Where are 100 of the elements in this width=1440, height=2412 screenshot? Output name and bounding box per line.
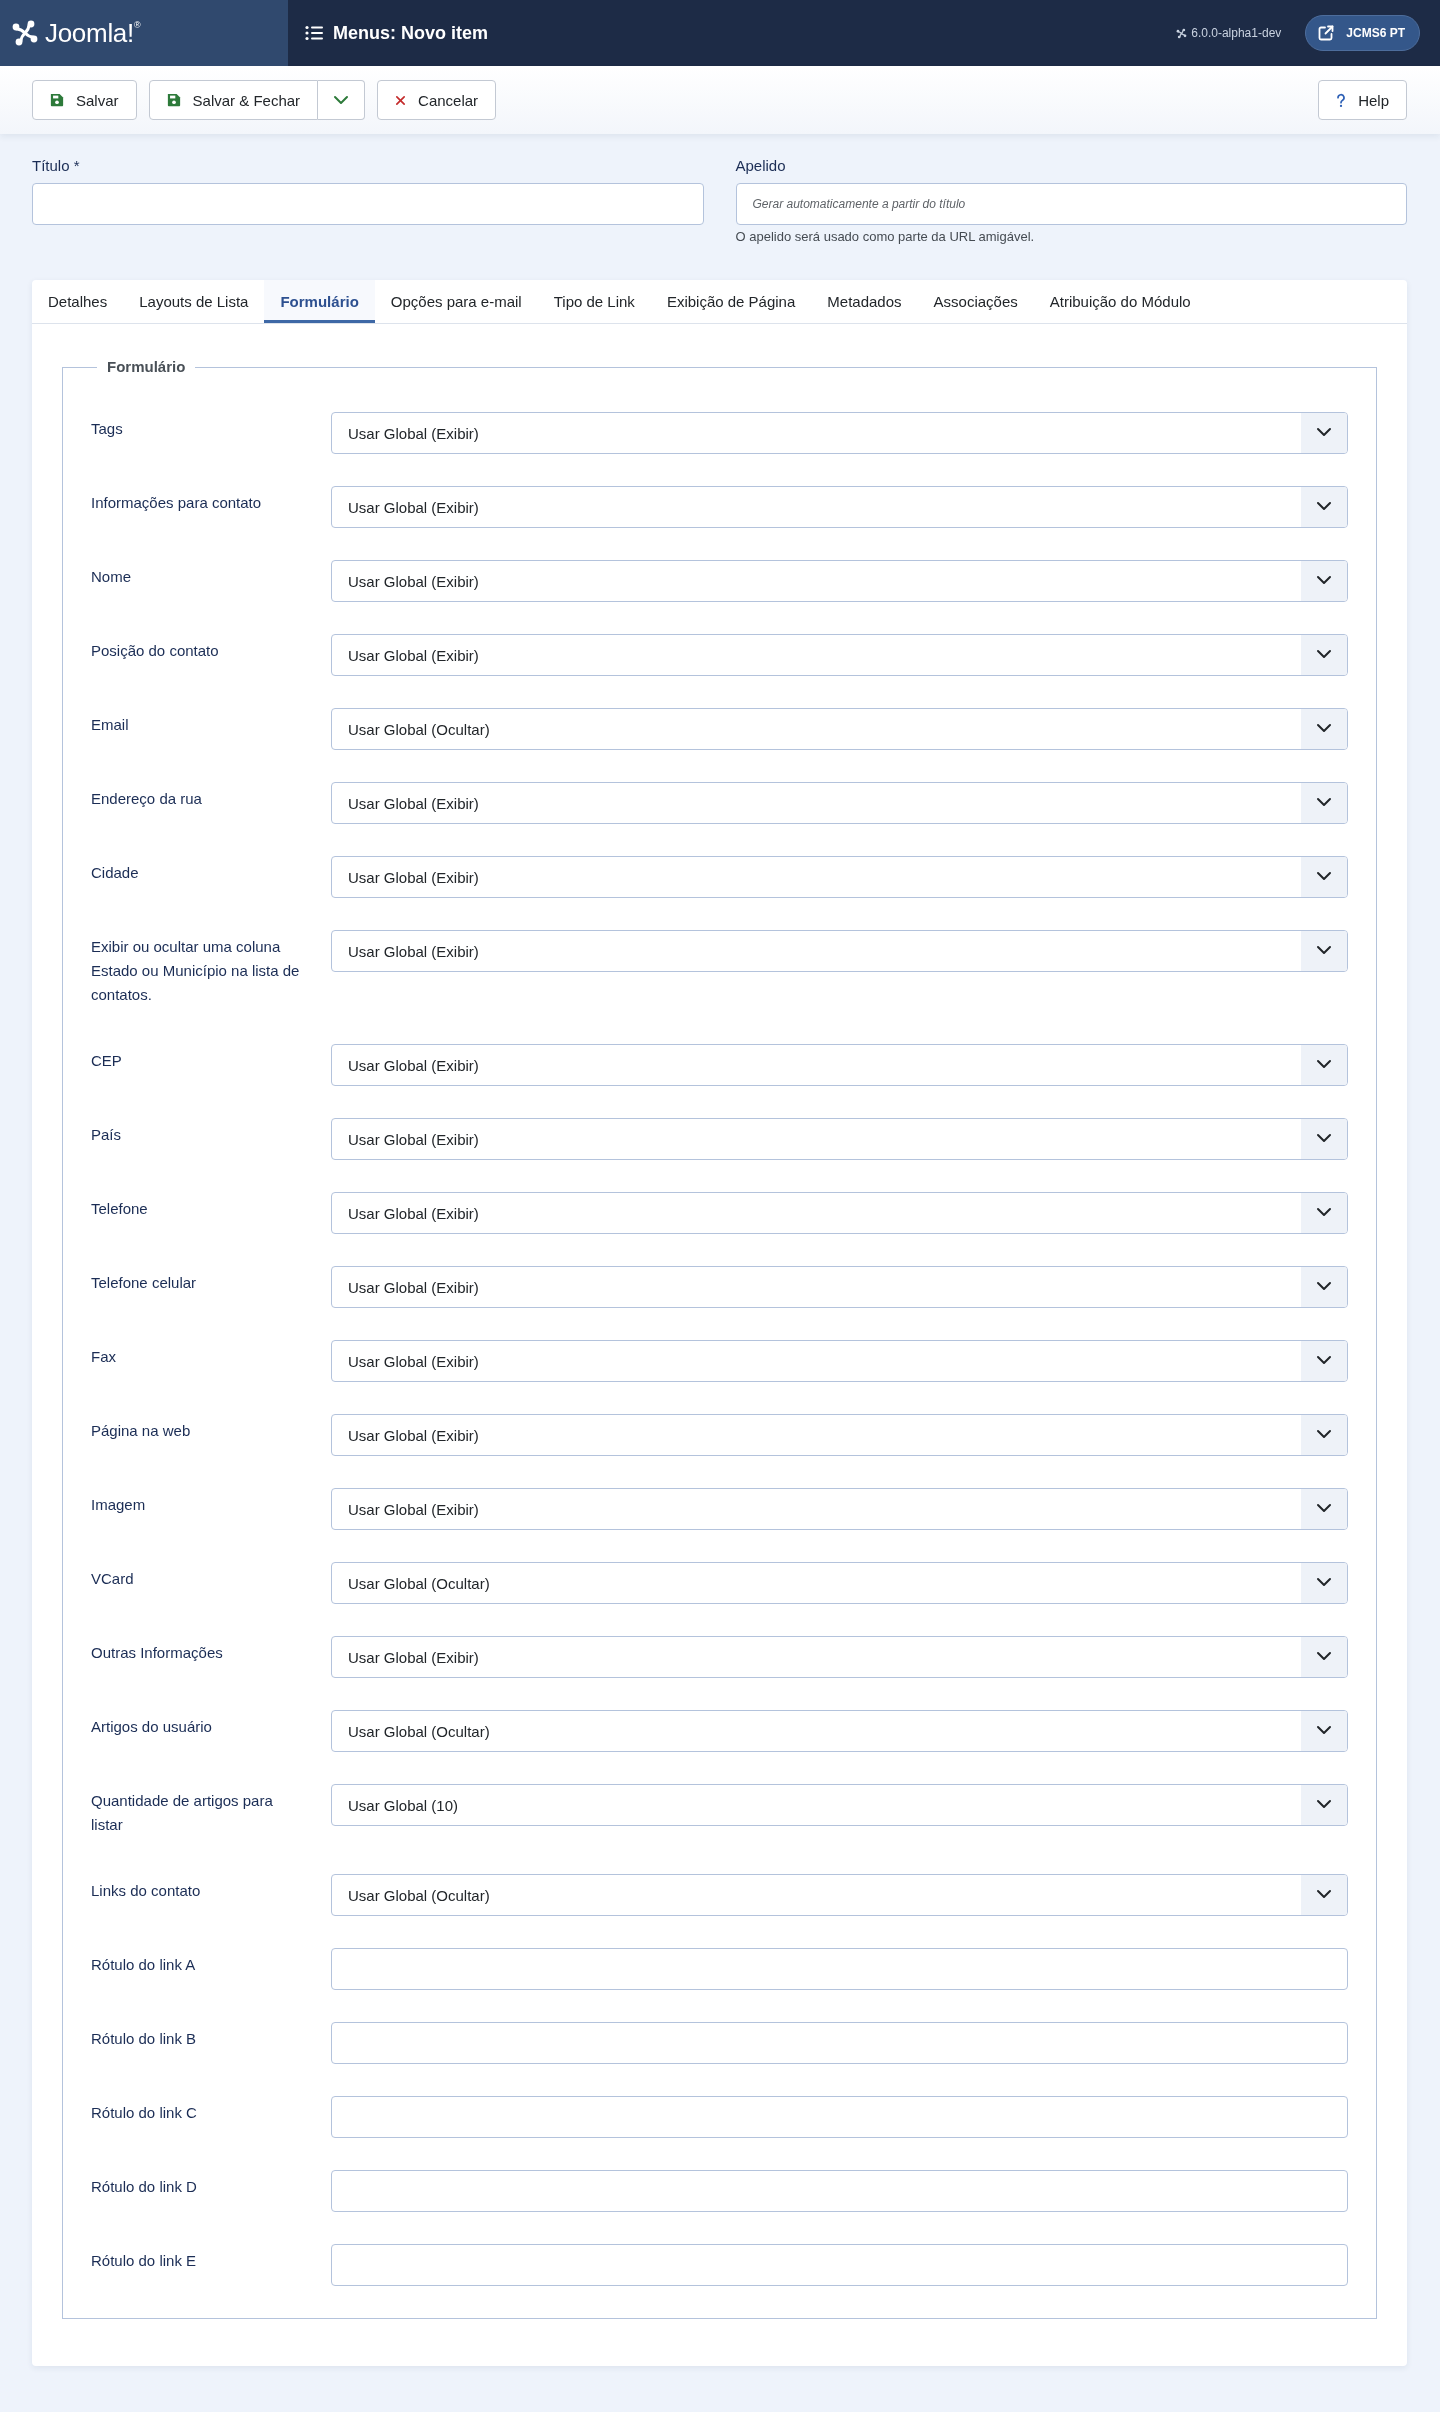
select-field[interactable]: Usar Global (Exibir): [331, 782, 1348, 824]
select-field[interactable]: Usar Global (Exibir): [331, 1488, 1348, 1530]
tab[interactable]: Layouts de Lista: [123, 280, 265, 323]
select-field[interactable]: Usar Global (Exibir): [331, 1192, 1348, 1234]
field-label: Rótulo do link A: [91, 1955, 197, 1975]
cancel-button[interactable]: Cancelar: [377, 80, 497, 120]
field-label: Rótulo do link D: [91, 2177, 198, 2197]
user-menu-button[interactable]: JCMS6 PT: [1305, 15, 1420, 51]
select-field[interactable]: Usar Global (Ocultar): [331, 1710, 1348, 1752]
chevron-down-icon: [1301, 1489, 1347, 1529]
tab[interactable]: Metadados: [811, 280, 918, 323]
select-field[interactable]: Usar Global (Ocultar): [331, 708, 1348, 750]
chevron-down-icon: [1301, 931, 1347, 971]
logo-text: Joomla!$^{®}$: [45, 17, 141, 49]
field-label: Email: [91, 715, 130, 735]
select-field[interactable]: Usar Global (Exibir): [331, 560, 1348, 602]
select-field[interactable]: Usar Global (Exibir): [331, 1266, 1348, 1308]
chevron-down-icon: [1301, 635, 1347, 675]
tab[interactable]: Tipo de Link: [537, 280, 651, 323]
text-field[interactable]: [331, 2244, 1348, 2286]
tab[interactable]: Formulário: [264, 280, 375, 323]
chevron-down-icon: [1301, 1119, 1347, 1159]
field-label: Página na web: [91, 1421, 192, 1441]
field-label: Informações para contato: [91, 493, 263, 513]
text-field[interactable]: [331, 1948, 1348, 1990]
chevron-down-icon: [1301, 1267, 1347, 1307]
question-mark-icon: [1336, 92, 1347, 108]
save-close-button[interactable]: Salvar & Fechar: [148, 80, 319, 120]
select-field[interactable]: Usar Global (Exibir): [331, 1118, 1348, 1160]
select-field[interactable]: Usar Global (Exibir): [331, 1414, 1348, 1456]
chevron-down-icon: [1301, 1637, 1347, 1677]
joomla-icon: [1176, 27, 1188, 39]
close-icon: [395, 94, 407, 106]
field-label: Tags: [91, 419, 124, 439]
help-button[interactable]: Help: [1318, 80, 1407, 120]
field-label: VCard: [91, 1569, 135, 1589]
select-field[interactable]: Usar Global (Exibir): [331, 634, 1348, 676]
field-label: Rótulo do link E: [91, 2251, 198, 2271]
select-field[interactable]: Usar Global (Exibir): [331, 1636, 1348, 1678]
chevron-down-icon: [1301, 1875, 1347, 1915]
field-label: Título *: [32, 156, 81, 176]
help-text: O apelido será usado como parte da URL amigável.: [735, 228, 1036, 246]
field-label: CEP: [91, 1051, 123, 1071]
fieldset-legend: Formulário: [97, 357, 196, 377]
list-icon: [305, 25, 323, 41]
chevron-down-icon: [1301, 1711, 1347, 1751]
chevron-down-icon: [333, 93, 350, 107]
tab[interactable]: Detalhes: [32, 280, 124, 323]
field-label: Endereço da rua: [91, 789, 203, 809]
chevron-down-icon: [1301, 1415, 1347, 1455]
field-label: Telefone: [91, 1199, 149, 1219]
chevron-down-icon: [1301, 1045, 1347, 1085]
select-field[interactable]: Usar Global (Ocultar): [331, 1562, 1348, 1604]
text-field[interactable]: [331, 2096, 1348, 2138]
dropdown-button[interactable]: [318, 80, 366, 120]
chevron-down-icon: [1301, 487, 1347, 527]
logo-icon: [11, 19, 39, 47]
chevron-down-icon: [1301, 1785, 1347, 1825]
tab[interactable]: Associações: [917, 280, 1034, 323]
chevron-down-icon: [1301, 1563, 1347, 1603]
field-label: Posição do contato: [91, 641, 220, 661]
page-title: Menus: Novo item: [333, 22, 488, 44]
field-label: Fax: [91, 1347, 117, 1367]
field-label: Outras Informações: [91, 1643, 224, 1663]
text-field[interactable]: Gerar automaticamente a partir do título: [735, 183, 1407, 225]
select-field[interactable]: Usar Global (Ocultar): [331, 1874, 1348, 1916]
field-label: País: [91, 1125, 122, 1145]
field-label: Rótulo do link C: [91, 2103, 198, 2123]
chevron-down-icon: [1301, 1341, 1347, 1381]
field-label: Artigos do usuário: [91, 1717, 213, 1737]
chevron-down-icon: [1301, 413, 1347, 453]
chevron-down-icon: [1301, 1193, 1347, 1233]
field-label: Imagem: [91, 1495, 147, 1515]
chevron-down-icon: [1301, 709, 1347, 749]
chevron-down-icon: [1301, 783, 1347, 823]
select-field[interactable]: Usar Global (Exibir): [331, 856, 1348, 898]
tab[interactable]: Atribuição do Módulo: [1033, 280, 1207, 323]
select-field[interactable]: Usar Global (Exibir): [331, 412, 1348, 454]
text-field[interactable]: [331, 2022, 1348, 2064]
field-label: Telefone celular: [91, 1273, 198, 1293]
field-label: Links do contato: [91, 1881, 202, 1901]
version-text: 6.0.0-alpha1-dev: [1191, 26, 1282, 40]
field-label: Cidade: [91, 863, 140, 883]
chevron-down-icon: [1301, 561, 1347, 601]
external-link-icon: [1318, 25, 1335, 41]
select-field[interactable]: Usar Global (Exibir): [331, 1340, 1348, 1382]
tab[interactable]: Exibição de Página: [650, 280, 812, 323]
field-label: Exibir ou ocultar uma coluna Estado ou Município na lista de contatos.: [91, 937, 301, 1005]
save-button[interactable]: Salvar: [32, 80, 137, 120]
field-label: Apelido: [735, 156, 787, 176]
chevron-down-icon: [1301, 857, 1347, 897]
field-label: Quantidade de artigos para listar: [91, 1791, 274, 1835]
select-field[interactable]: Usar Global (Exibir): [331, 1044, 1348, 1086]
select-field[interactable]: Usar Global (Exibir): [331, 930, 1348, 972]
field-label: Rótulo do link B: [91, 2029, 198, 2049]
text-field[interactable]: [331, 2170, 1348, 2212]
text-field[interactable]: [32, 183, 704, 225]
select-field[interactable]: Usar Global (10): [331, 1784, 1348, 1826]
select-field[interactable]: Usar Global (Exibir): [331, 486, 1348, 528]
tab[interactable]: Opções para e-mail: [374, 280, 538, 323]
